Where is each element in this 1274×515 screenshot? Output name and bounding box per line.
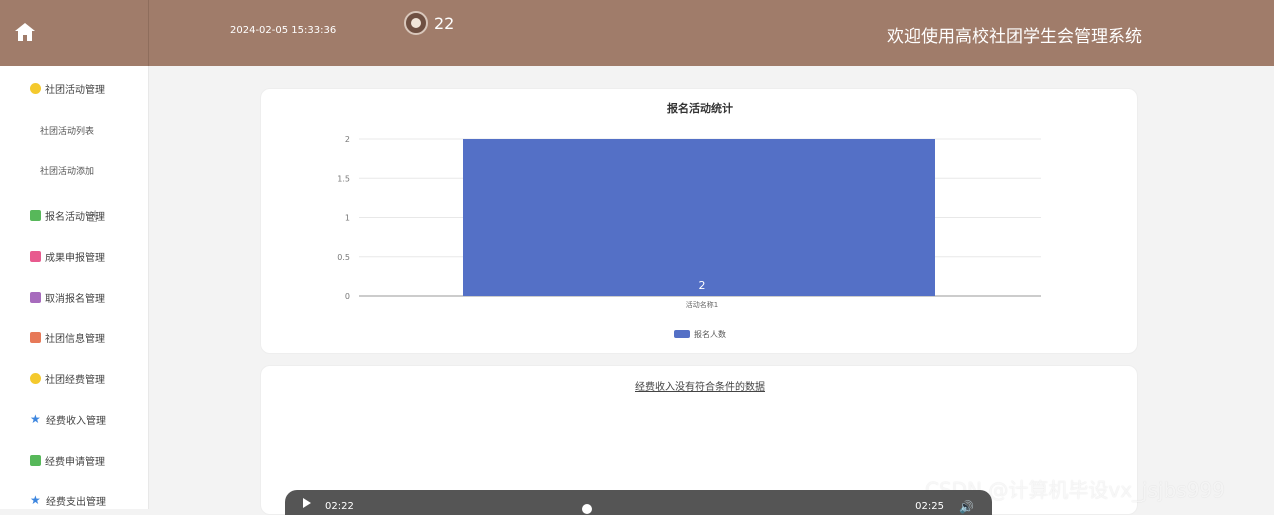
chart-title: 报名活动统计 — [667, 102, 733, 115]
sidebar-item-label: 取消报名管理 — [45, 293, 105, 305]
legend-swatch[interactable] — [674, 330, 690, 338]
home-button[interactable] — [0, 0, 149, 66]
yellow-circle-icon — [30, 82, 41, 94]
top-header: 2024-02-05 15:33:36 22 欢迎使用高校社团学生会管理系统 — [0, 0, 1274, 66]
welcome-title: 欢迎使用高校社团学生会管理系统 — [887, 27, 1142, 47]
pink-document-icon — [30, 250, 41, 262]
sidebar-item-label: 社团经费管理 — [45, 374, 105, 386]
volume-icon[interactable]: 🔊 — [959, 500, 974, 514]
blue-star-icon: ★ — [30, 412, 41, 426]
sidebar-item-label: 经费收入管理 — [46, 415, 106, 427]
sidebar-item-label: 成果申报管理 — [45, 252, 105, 264]
video-player-controls: 02:22 02:25 🔊 — [285, 490, 992, 515]
sidebar-item-club-funding-management[interactable]: 社团经费管理 — [30, 368, 105, 388]
sidebar-item-label: 社团信息管理 — [45, 333, 105, 345]
play-icon[interactable] — [303, 498, 311, 508]
legend-label[interactable]: 报名人数 — [694, 329, 726, 339]
blue-star-icon: ★ — [30, 493, 41, 507]
x-axis-category-label: 活动名称1 — [686, 300, 718, 309]
purple-archive-icon — [30, 291, 41, 303]
y-axis-tick-label: 1.5 — [337, 174, 350, 183]
sidebar-item-label: 社团活动管理 — [45, 84, 105, 96]
submenu-item-activity-list[interactable]: 社团活动列表 — [40, 124, 94, 137]
user-avatar[interactable] — [404, 11, 428, 35]
sidebar-item-funding-income-management[interactable]: ★ 经费收入管理 — [30, 409, 106, 429]
duration-time: 02:25 — [915, 501, 944, 512]
y-axis-tick-label: 0.5 — [337, 253, 350, 262]
sidebar-item-cancel-registration-management[interactable]: 取消报名管理 — [30, 287, 105, 307]
bar-activity-1[interactable] — [463, 139, 935, 296]
green-message-icon — [30, 209, 41, 221]
sidebar-item-funding-expense-management[interactable]: ★ 经费支出管理 — [30, 490, 106, 510]
registration-chart-card: 报名活动统计 0 0.5 1 1.5 2 2 活动名称1 报名人数 — [260, 88, 1138, 354]
registration-bar-chart: 0 0.5 1 1.5 2 2 活动名称1 报名人数 — [337, 135, 1041, 339]
bar-data-label: 2 — [699, 279, 706, 292]
sidebar-item-club-info-management[interactable]: 社团信息管理 — [30, 327, 105, 347]
sidebar-item-registration-management[interactable]: 报名活动管理 — [30, 205, 105, 225]
y-axis-tick-label: 2 — [345, 135, 350, 144]
green-message-icon — [30, 454, 41, 466]
progress-knob[interactable] — [582, 504, 592, 514]
submenu-item-activity-add[interactable]: 社团活动添加 — [40, 164, 94, 177]
empty-message: 经费收入没有符合条件的数据 — [635, 382, 765, 393]
y-axis-tick-label: 1 — [345, 214, 350, 223]
current-datetime: 2024-02-05 15:33:36 — [230, 25, 337, 36]
sidebar-item-achievement-management[interactable]: 成果申报管理 — [30, 246, 105, 266]
orange-grid-icon — [30, 331, 41, 343]
sidebar-item-club-activity-management[interactable]: 社团活动管理 — [30, 78, 105, 98]
sidebar-item-label: 报名活动管理 — [45, 211, 105, 223]
sidebar-item-label: 经费支出管理 — [46, 496, 106, 508]
sidebar-item-funding-application-management[interactable]: 经费申请管理 — [30, 450, 105, 470]
yellow-circle-icon — [30, 372, 41, 384]
home-icon — [15, 23, 35, 41]
y-axis-tick-label: 0 — [345, 292, 350, 301]
sidebar-menu: 社团活动管理 社团活动列表 ☝ 社团活动添加 报名活动管理 成果申报管理 取消报… — [0, 66, 149, 509]
current-time: 02:22 — [325, 501, 354, 512]
sidebar-item-label: 经费申请管理 — [45, 456, 105, 468]
user-count: 22 — [434, 14, 455, 33]
